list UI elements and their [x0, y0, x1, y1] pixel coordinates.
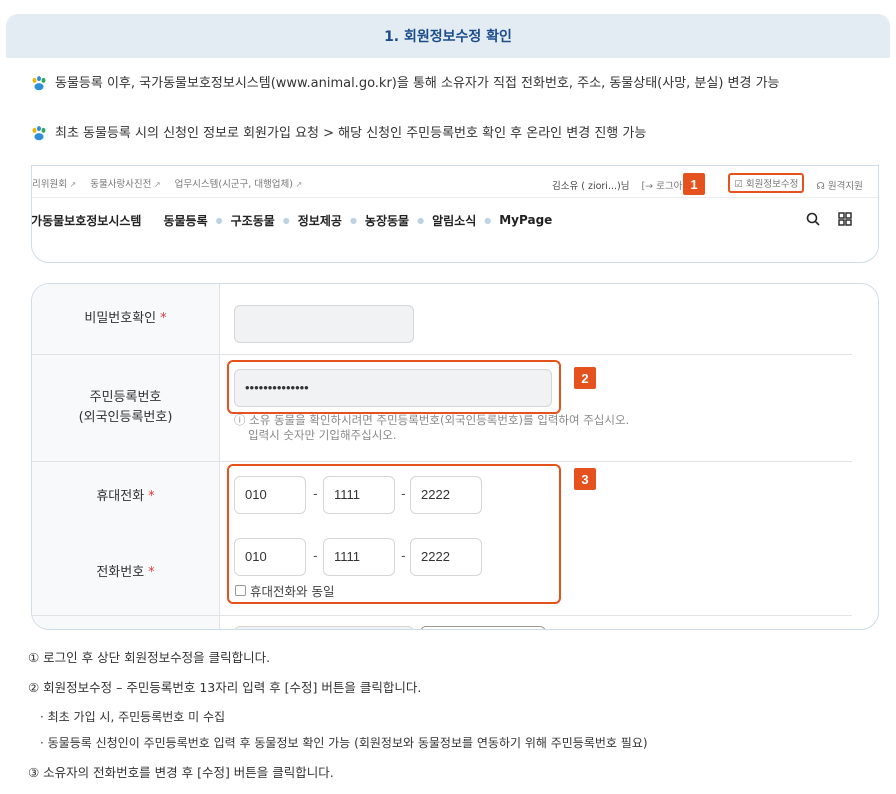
paw-icon	[32, 126, 46, 141]
next-row	[32, 615, 852, 629]
nav-divider: ●	[282, 215, 290, 225]
nav-item[interactable]: 동물등록	[157, 212, 213, 229]
note-step-2: ② 회원정보수정 – 주민등록번호 13자리 입력 후 [수정] 버튼을 클릭합…	[28, 680, 422, 695]
utility-bar: 리위원회 동물사랑사진전 업무시스템(시군구, 대행업체) 김소유 ( zior…	[32, 166, 878, 198]
required-mark: *	[160, 311, 167, 326]
nav-item[interactable]: 알림소식	[426, 212, 482, 229]
pw-confirm-input[interactable]	[234, 305, 414, 343]
note-step-1: ① 로그인 후 상단 회원정보수정을 클릭합니다.	[28, 650, 271, 665]
nav-item[interactable]: MyPage	[493, 213, 558, 227]
highlight-rrn	[227, 360, 561, 414]
nav-divider: ●	[484, 215, 492, 225]
next-input[interactable]	[234, 626, 414, 629]
rrn-hint: ⓘ 소유 동물을 확인하시려면 주민등록번호(외국인등록번호)를 입력하여 주십…	[234, 413, 629, 443]
label-text: 주민등록번호	[89, 390, 162, 405]
step-badge: 3	[574, 468, 596, 490]
remote-support-label: 원격지원	[827, 180, 863, 192]
rrn-label: 주민등록번호 (외국인등록번호)	[32, 355, 220, 461]
edit-profile-label: 회원정보수정	[745, 179, 799, 190]
pw-confirm-row: 비밀번호확인 *	[32, 284, 852, 354]
hint-line: 입력시 숫자만 기입해주십시오.	[248, 428, 397, 442]
site-logo[interactable]: 국가동물보호정보시스템	[32, 212, 141, 229]
bullet-item: 동물등록 이후, 국가동물보호정보시스템(www.animal.go.kr)을 …	[30, 74, 878, 94]
step-badge: 2	[574, 367, 596, 389]
hint-line: ⓘ 소유 동물을 확인하시려면 주민등록번호(외국인등록번호)를 입력하여 주십…	[234, 413, 630, 427]
util-link[interactable]: 업무시스템(시군구, 대행업체)	[175, 176, 303, 190]
util-link[interactable]: 리위원회	[32, 176, 76, 190]
nav-item[interactable]: 구조동물	[225, 212, 281, 229]
pw-confirm-label: 비밀번호확인 *	[32, 284, 220, 354]
bullet-text: 동물등록 이후, 국가동물보호정보시스템(www.animal.go.kr)을 …	[55, 76, 780, 91]
note-step-3: ③ 소유자의 전화번호를 변경 후 [수정] 버튼을 클릭합니다.	[28, 765, 334, 780]
label-text: 비밀번호확인	[84, 311, 157, 326]
section-title: 1. 회원정보수정 확인	[6, 14, 890, 58]
logout-link[interactable]: [→ 로그아	[641, 178, 682, 192]
next-row-label	[32, 616, 220, 629]
bullet-item: 최초 동물등록 시의 신청인 정보로 회원가입 요청 > 해당 신청인 주민등록…	[30, 124, 878, 144]
edit-profile-link[interactable]: ☑ 회원정보수정	[728, 173, 805, 193]
mobile-label: 휴대전화 *	[32, 462, 220, 531]
nav-item[interactable]: 농장동물	[359, 212, 415, 229]
grid-menu-icon[interactable]	[838, 212, 852, 226]
remote-support-link[interactable]: ☊ 원격지원	[816, 178, 862, 192]
paw-icon	[32, 76, 46, 91]
phone-label: 전화번호 *	[32, 531, 220, 615]
label-text: (외국인등록번호)	[78, 410, 173, 425]
nav-divider: ●	[349, 215, 357, 225]
label-text: 휴대전화	[96, 488, 145, 504]
user-name: 김소유 ( ziori...)님	[552, 180, 630, 192]
step-badge: 1	[683, 173, 705, 195]
note-sub: · 최초 가입 시, 주민등록번호 미 수집	[40, 710, 226, 724]
note-sub: · 동물등록 신청인이 주민등록번호 입력 후 동물정보 확인 가능 (회원정보…	[40, 736, 648, 750]
required-mark: *	[148, 488, 155, 504]
site-header-screenshot: 리위원회 동물사랑사진전 업무시스템(시군구, 대행업체) 김소유 ( zior…	[31, 165, 879, 263]
nav-divider: ●	[417, 215, 425, 225]
highlight-phone	[227, 464, 561, 604]
main-nav: 국가동물보호정보시스템 동물등록 ● 구조동물 ● 정보제공 ● 농장동물 ● 알림소식…	[32, 198, 878, 242]
required-mark: *	[148, 565, 155, 580]
label-text: 전화번호	[96, 565, 145, 580]
nav-divider: ●	[215, 215, 223, 225]
util-link[interactable]: 동물사랑사진전	[90, 176, 160, 190]
search-icon[interactable]	[806, 212, 820, 226]
nav-item[interactable]: 정보제공	[292, 212, 348, 229]
next-button[interactable]	[420, 626, 546, 629]
bullet-text: 최초 동물등록 시의 신청인 정보로 회원가입 요청 > 해당 신청인 주민등록…	[55, 126, 647, 141]
